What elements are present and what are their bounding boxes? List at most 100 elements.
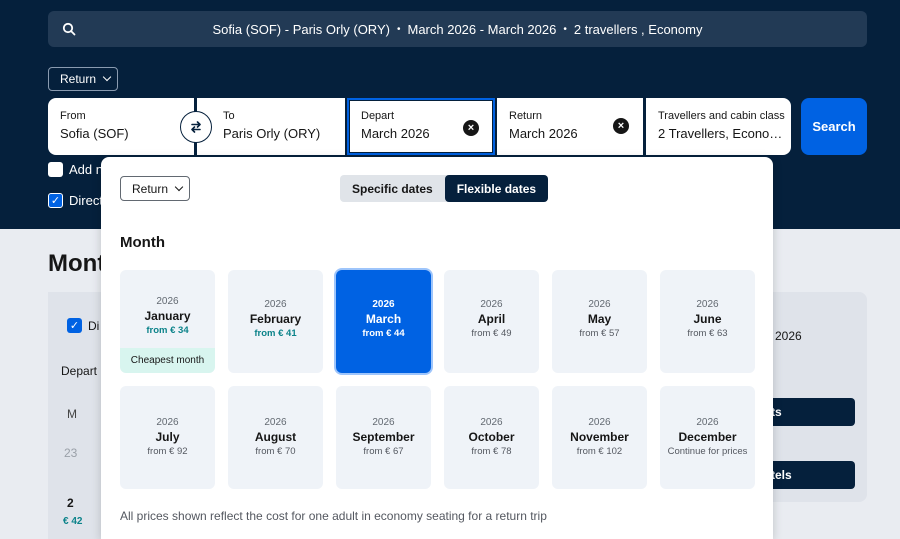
month-year: 2026 — [696, 299, 719, 310]
search-icon — [62, 22, 76, 36]
month-year: 2026 — [588, 299, 611, 310]
month-price: from € 78 — [471, 446, 512, 457]
month-name: October — [468, 430, 515, 444]
depart-label: Depart — [61, 364, 98, 378]
side-panel-text: 2026 — [775, 329, 802, 343]
month-tile-march[interactable]: 2026 March from € 44 — [336, 270, 431, 373]
month-tile-december[interactable]: 2026 December Continue for prices — [660, 386, 755, 489]
calendar-day[interactable]: 2 — [67, 496, 74, 510]
clear-icon[interactable]: × — [613, 118, 629, 134]
search-button[interactable]: Search — [801, 98, 867, 155]
month-tile-february[interactable]: 2026 February from € 41 — [228, 270, 323, 373]
add-nearby-checkbox[interactable] — [48, 162, 63, 177]
search-summary-bar[interactable]: Sofia (SOF) - Paris Orly (ORY) • March 2… — [48, 11, 867, 47]
side-panel-button[interactable]: ts — [767, 398, 855, 426]
month-year: 2026 — [264, 299, 287, 310]
month-tile-october[interactable]: 2026 October from € 78 — [444, 386, 539, 489]
month-name: August — [254, 430, 297, 444]
month-price: from € 44 — [362, 328, 405, 339]
month-price: from € 92 — [147, 446, 188, 457]
depart-field[interactable]: Depart March 2026 × — [347, 98, 495, 155]
check-icon[interactable]: ✓ — [48, 193, 63, 208]
page-title: Mont — [48, 250, 106, 277]
summary-dates: March 2026 - March 2026 — [407, 21, 557, 37]
month-tile-november[interactable]: 2026 November from € 102 — [552, 386, 647, 489]
month-grid: 2026 January from € 34 Cheapest month 2026 Fe… — [120, 270, 755, 489]
add-nearby-label: Add n — [69, 162, 103, 177]
month-price: from € 102 — [576, 446, 623, 457]
month-tile-july[interactable]: 2026 July from € 92 — [120, 386, 215, 489]
travellers-field[interactable]: Travellers and cabin class 2 Travellers,… — [646, 98, 791, 155]
month-tile-april[interactable]: 2026 April from € 49 — [444, 270, 539, 373]
month-name: February — [249, 312, 302, 326]
trip-type-select[interactable]: Return — [48, 67, 118, 91]
swap-icon — [191, 121, 201, 133]
month-year: 2026 — [588, 417, 611, 428]
month-year: 2026 — [696, 417, 719, 428]
direct-filter-checkbox[interactable]: ✓ — [67, 318, 82, 333]
return-field[interactable]: Return March 2026 × — [497, 98, 643, 155]
calendar-day: 23 — [64, 446, 78, 460]
summary-travellers: 2 travellers , Economy — [573, 21, 703, 37]
month-price: from € 67 — [363, 446, 404, 457]
date-mode-toggle: Specific dates Flexible dates — [340, 175, 549, 202]
month-tile-may[interactable]: 2026 May from € 57 — [552, 270, 647, 373]
from-label: From — [60, 110, 86, 122]
tab-specific-dates[interactable]: Specific dates — [340, 175, 445, 202]
hotels-button[interactable]: tels — [767, 461, 855, 489]
month-price: Continue for prices — [667, 446, 748, 457]
chevron-down-icon — [174, 182, 184, 191]
month-year: 2026 — [480, 417, 503, 428]
month-price: from € 70 — [255, 446, 296, 457]
calendar-day-price: € 42 — [63, 516, 83, 527]
to-value: Paris Orly (ORY) — [223, 126, 321, 141]
month-year: 2026 — [372, 417, 395, 428]
month-year: 2026 — [156, 296, 179, 307]
weekday-header: M — [67, 407, 77, 421]
month-name: July — [155, 430, 180, 444]
month-name: January — [144, 309, 191, 323]
month-tile-june[interactable]: 2026 June from € 63 — [660, 270, 755, 373]
month-price: from € 49 — [471, 328, 512, 339]
month-price: from € 63 — [687, 328, 728, 339]
month-price: from € 34 — [146, 325, 189, 336]
to-field[interactable]: To Paris Orly (ORY) — [197, 98, 345, 155]
cheapest-month-badge: Cheapest month — [120, 348, 215, 373]
month-tile-september[interactable]: 2026 September from € 67 — [336, 386, 431, 489]
month-name: March — [365, 312, 402, 326]
month-tile-august[interactable]: 2026 August from € 70 — [228, 386, 323, 489]
month-name: June — [693, 312, 722, 326]
month-name: May — [587, 312, 612, 326]
direct-flights-label: Direct — [69, 193, 103, 208]
month-year: 2026 — [264, 417, 287, 428]
swap-button[interactable] — [180, 111, 212, 143]
month-year: 2026 — [156, 417, 179, 428]
tab-flexible-dates[interactable]: Flexible dates — [444, 175, 549, 202]
date-picker-popover: Return Specific dates Flexible dates Mon… — [101, 157, 773, 539]
popover-trip-type-value: Return — [132, 181, 169, 196]
travellers-label: Travellers and cabin class — [658, 110, 785, 122]
clear-icon[interactable]: × — [463, 120, 479, 136]
month-heading: Month — [120, 234, 165, 251]
popover-trip-type-select[interactable]: Return — [120, 176, 190, 201]
month-name: December — [678, 430, 737, 444]
summary-separator: • — [396, 23, 401, 35]
trip-type-value: Return — [60, 72, 97, 86]
month-price: from € 41 — [254, 328, 297, 339]
add-nearby-option[interactable]: Add n — [48, 162, 103, 177]
from-field[interactable]: From Sofia (SOF) — [48, 98, 194, 155]
month-name: April — [477, 312, 506, 326]
from-value: Sofia (SOF) — [60, 126, 129, 141]
month-price: from € 57 — [579, 328, 620, 339]
month-year: 2026 — [480, 299, 503, 310]
summary-route: Sofia (SOF) - Paris Orly (ORY) — [212, 21, 390, 37]
price-footnote: All prices shown reflect the cost for on… — [120, 509, 547, 523]
month-year: 2026 — [372, 299, 395, 310]
direct-flights-option[interactable]: ✓ Direct — [48, 193, 103, 208]
month-name: September — [352, 430, 415, 444]
direct-filter-label: Di — [88, 319, 100, 333]
month-tile-january[interactable]: 2026 January from € 34 Cheapest month — [120, 270, 215, 373]
summary-separator: • — [563, 23, 567, 35]
travellers-value: 2 Travellers, Economy — [658, 126, 786, 141]
to-label: To — [223, 110, 235, 122]
